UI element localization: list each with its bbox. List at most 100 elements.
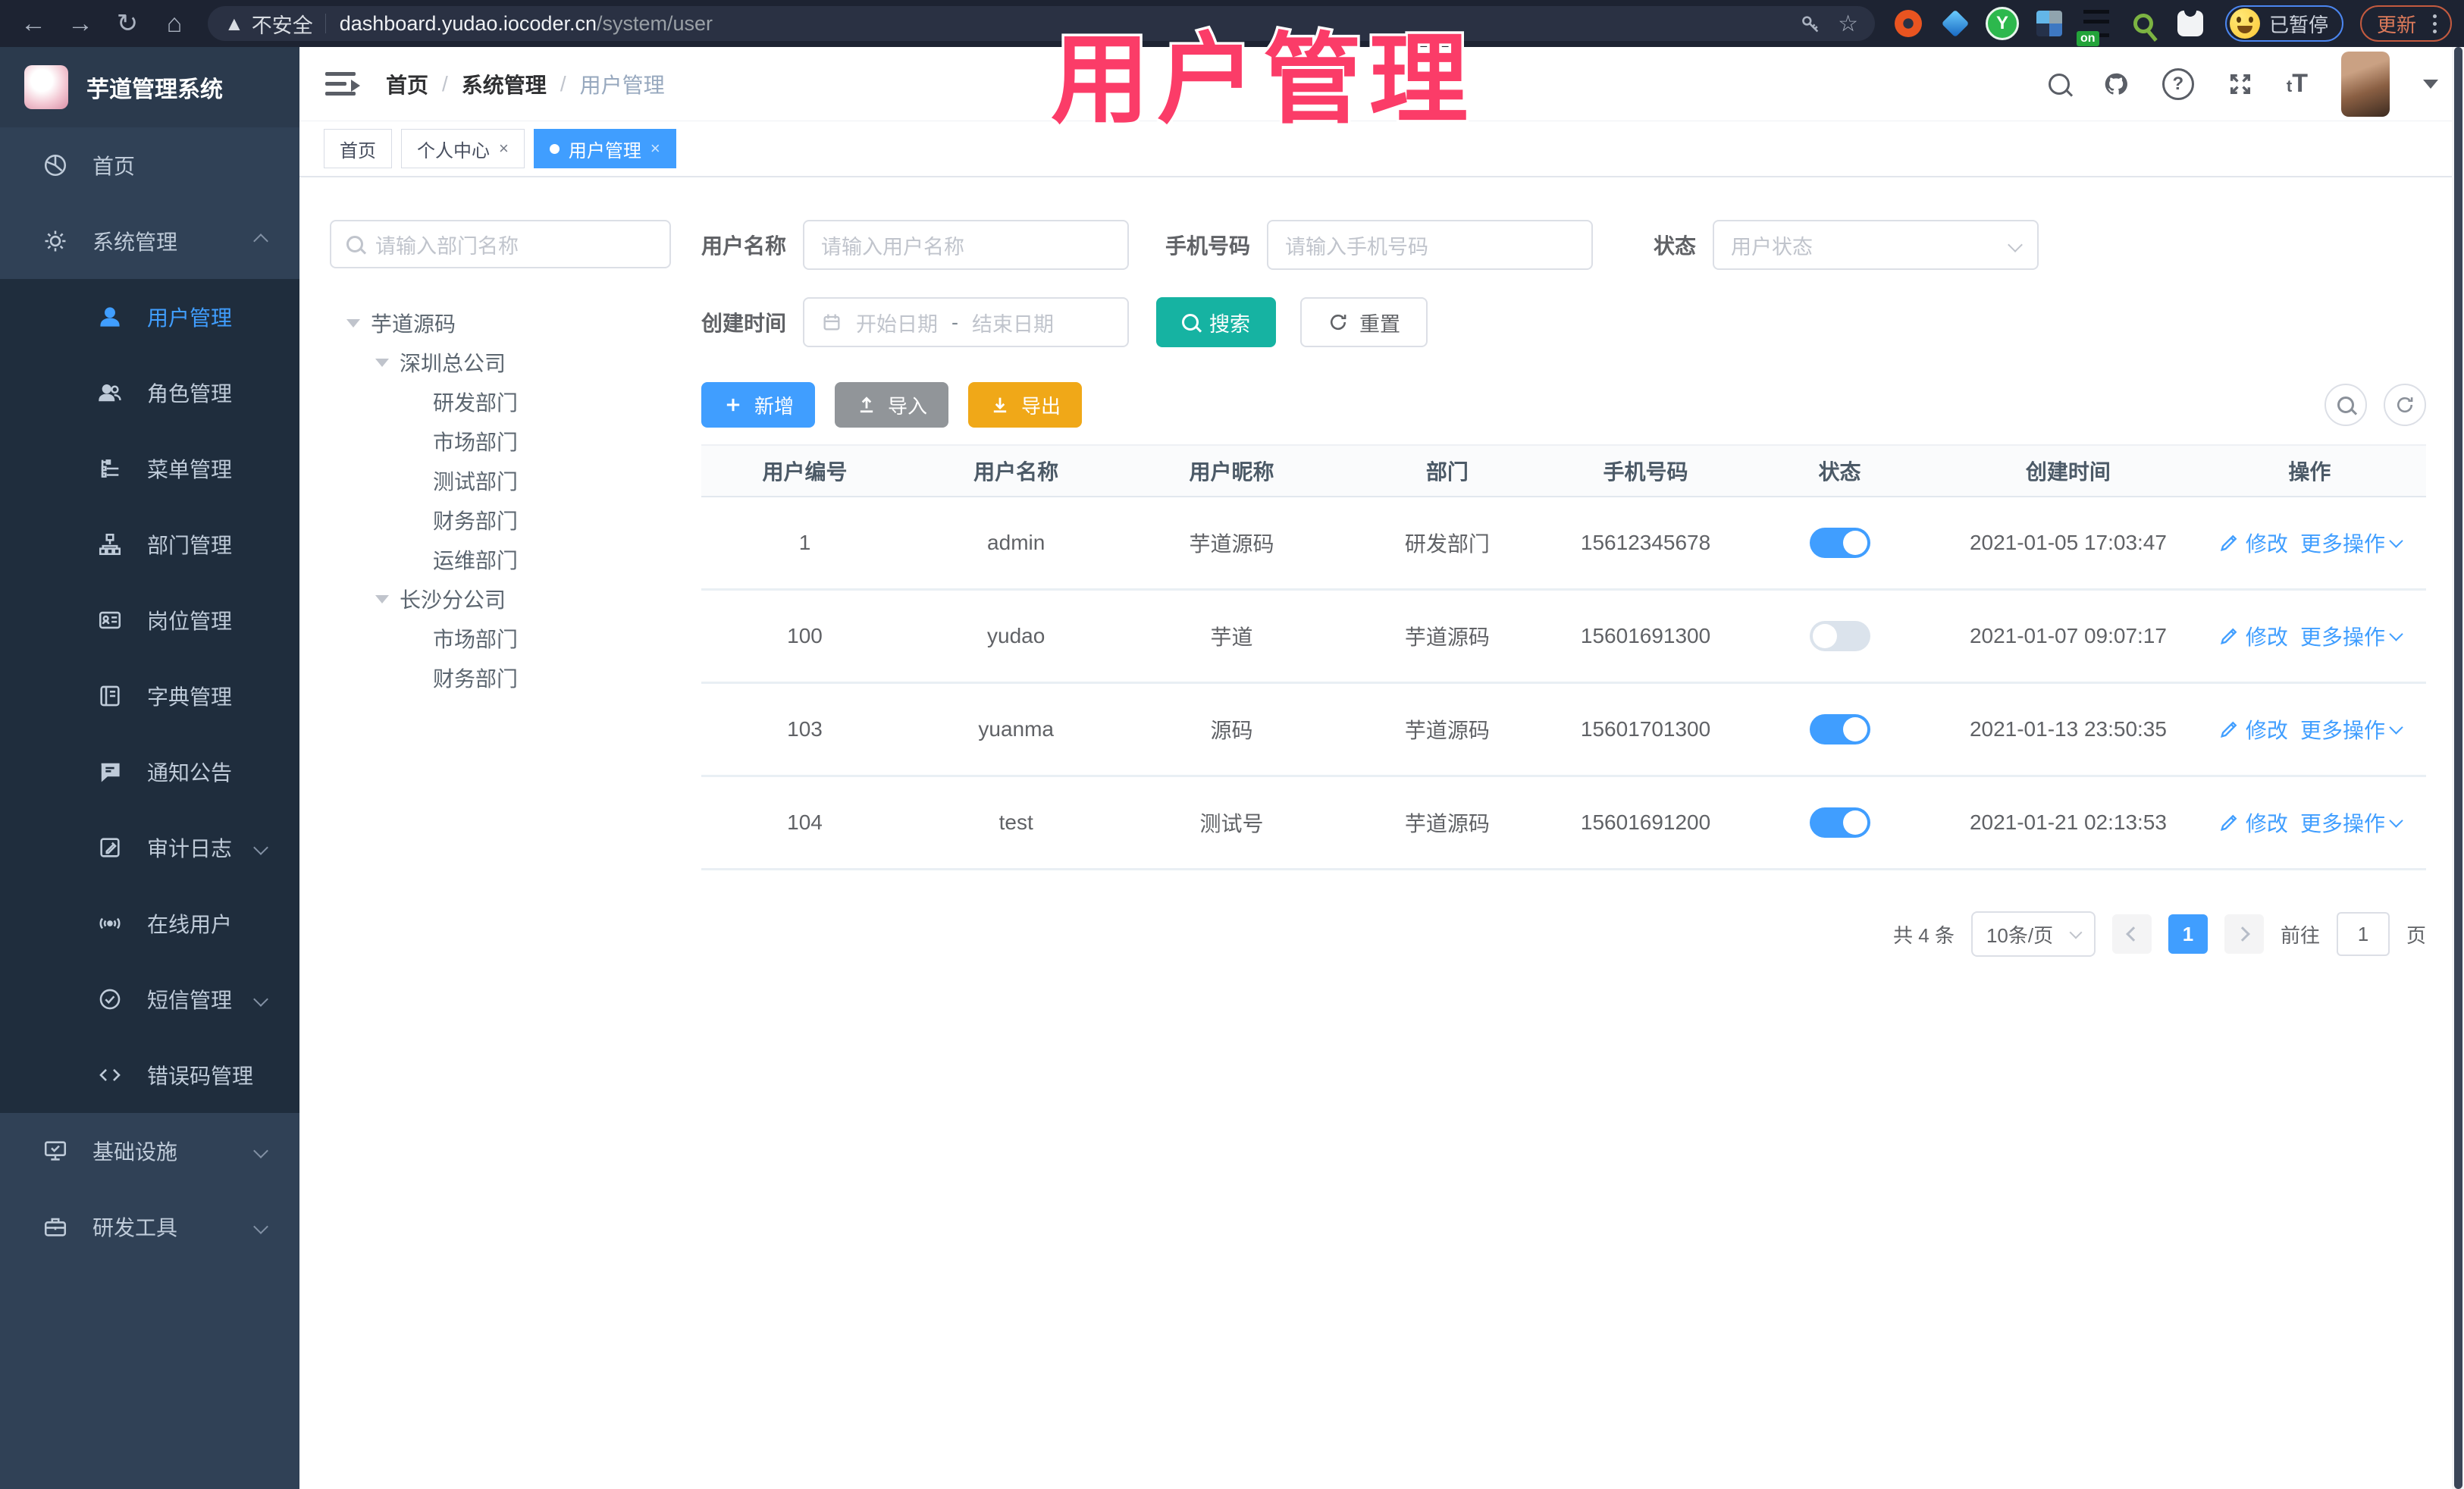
- tab-user-management[interactable]: 用户管理 ×: [533, 129, 676, 168]
- extension-ubuntu-icon[interactable]: [1892, 7, 1925, 40]
- table-body: 1 admin 芋道源码 研发部门 15612345678 2021-01-05 17:0…: [701, 497, 2426, 870]
- caret-down-icon[interactable]: [375, 594, 389, 603]
- tree-node[interactable]: 财务部门: [330, 500, 671, 540]
- sidebar-item-menu-management[interactable]: 菜单管理: [0, 431, 299, 506]
- extension-y-icon[interactable]: Y: [1985, 7, 2019, 40]
- more-actions-link[interactable]: 更多操作: [2300, 621, 2403, 651]
- sidebar-item-sms-management[interactable]: 短信管理: [0, 961, 299, 1037]
- status-select[interactable]: 用户状态: [1713, 220, 2039, 270]
- search-icon[interactable]: [2048, 73, 2070, 95]
- edit-link[interactable]: 修改: [2218, 621, 2288, 651]
- browser-forward-icon[interactable]: →: [59, 5, 102, 42]
- sidebar-item-system-management[interactable]: 系统管理: [0, 203, 299, 279]
- tree-node[interactable]: 财务部门: [330, 658, 671, 697]
- sidebar-item-post-management[interactable]: 岗位管理: [0, 582, 299, 658]
- browser-update-chip[interactable]: 更新: [2359, 5, 2452, 42]
- show-search-button[interactable]: [2324, 384, 2367, 426]
- browser-profile-chip[interactable]: 已暂停: [2224, 5, 2343, 42]
- browser-menu-kebab-icon[interactable]: [2428, 10, 2441, 38]
- cell-actions: 修改 更多操作: [2193, 807, 2426, 838]
- username-input[interactable]: 请输入用户名称: [803, 220, 1130, 270]
- tree-node-label: 测试部门: [433, 470, 519, 494]
- browser-back-icon[interactable]: ←: [12, 5, 55, 42]
- sidebar-item-user-management[interactable]: 用户管理: [0, 279, 299, 355]
- refresh-table-button[interactable]: [2384, 384, 2426, 426]
- extension-key-icon[interactable]: [2127, 7, 2160, 40]
- tree-node[interactable]: 深圳总公司: [330, 343, 671, 382]
- current-page[interactable]: 1: [2168, 914, 2208, 954]
- tree-node[interactable]: 市场部门: [330, 422, 671, 461]
- sidebar-item-dev-tools[interactable]: 研发工具: [0, 1189, 299, 1265]
- search-button[interactable]: 搜索: [1156, 297, 1277, 347]
- edit-link[interactable]: 修改: [2218, 714, 2288, 744]
- edit-link[interactable]: 修改: [2218, 807, 2288, 838]
- sidebar-item-infrastructure[interactable]: 基础设施: [0, 1113, 299, 1189]
- breadcrumb-item[interactable]: 系统管理: [462, 69, 547, 99]
- extension-puzzle-icon[interactable]: [2174, 7, 2207, 40]
- password-key-icon[interactable]: [1800, 13, 1821, 34]
- address-bar[interactable]: ▲ 不安全 dashboard.yudao.iocoder.cn /system…: [208, 6, 1875, 41]
- caret-down-icon[interactable]: [346, 318, 360, 328]
- scrollbar-thumb[interactable]: [2454, 47, 2462, 1489]
- tree-node[interactable]: 研发部门: [330, 382, 671, 422]
- import-button[interactable]: 导入: [835, 382, 949, 428]
- fullscreen-icon[interactable]: [2227, 71, 2253, 97]
- date-range-input[interactable]: 开始日期 - 结束日期: [803, 297, 1130, 347]
- more-actions-link[interactable]: 更多操作: [2300, 807, 2403, 838]
- tab-profile[interactable]: 个人中心 ×: [401, 129, 525, 168]
- tab-home[interactable]: 首页: [324, 129, 392, 168]
- next-page-button[interactable]: [2224, 914, 2264, 954]
- bookmark-star-icon[interactable]: ☆: [1838, 11, 1858, 37]
- tree-node-label: 深圳总公司: [400, 352, 506, 375]
- status-toggle[interactable]: [1809, 621, 1870, 651]
- tree-node[interactable]: 长沙分公司: [330, 579, 671, 619]
- breadcrumb-item[interactable]: 首页: [386, 69, 428, 99]
- browser-reload-icon[interactable]: ↻: [106, 5, 149, 42]
- github-icon[interactable]: [2103, 71, 2129, 97]
- breadcrumb-item[interactable]: 用户管理: [580, 69, 665, 99]
- font-size-icon[interactable]: tT: [2287, 69, 2308, 99]
- close-icon[interactable]: ×: [499, 139, 509, 158]
- sidebar-item-error-code-management[interactable]: 错误码管理: [0, 1037, 299, 1113]
- avatar-caret-down-icon[interactable]: [2423, 79, 2438, 89]
- sidebar-item-dict-management[interactable]: 字典管理: [0, 658, 299, 734]
- sidebar-item-notice[interactable]: 通知公告: [0, 734, 299, 810]
- sidebar-item-dept-management[interactable]: 部门管理: [0, 506, 299, 582]
- user-avatar[interactable]: [2341, 51, 2390, 117]
- app-logo-row[interactable]: 芋道管理系统: [0, 47, 299, 127]
- mobile-input[interactable]: 请输入手机号码: [1267, 220, 1594, 270]
- goto-page-input[interactable]: 1: [2336, 912, 2390, 956]
- edit-link[interactable]: 修改: [2218, 528, 2288, 558]
- add-button[interactable]: 新增: [701, 382, 816, 428]
- extension-grid-icon[interactable]: [2033, 7, 2066, 40]
- tree-node[interactable]: 市场部门: [330, 619, 671, 658]
- more-actions-link[interactable]: 更多操作: [2300, 528, 2403, 558]
- sidebar-item-home[interactable]: 首页: [0, 127, 299, 203]
- prev-page-button[interactable]: [2111, 914, 2152, 954]
- page-scrollbar[interactable]: [2452, 47, 2464, 1489]
- status-toggle[interactable]: [1809, 528, 1870, 558]
- help-icon[interactable]: ?: [2161, 67, 2194, 100]
- more-actions-link[interactable]: 更多操作: [2300, 714, 2403, 744]
- sidebar-item-role-management[interactable]: 角色管理: [0, 355, 299, 431]
- extension-onebars-icon[interactable]: on: [2076, 7, 2113, 46]
- extension-gem-icon[interactable]: [1939, 7, 1972, 40]
- sidebar-item-label: 在线用户: [147, 913, 233, 936]
- tree-node[interactable]: 运维部门: [330, 540, 671, 579]
- cell-username: yuanma: [978, 717, 1054, 741]
- caret-down-icon[interactable]: [375, 358, 389, 367]
- sidebar-collapse-icon[interactable]: [325, 69, 360, 99]
- tree-node[interactable]: 芋道源码: [330, 303, 671, 343]
- status-toggle[interactable]: [1809, 714, 1870, 744]
- tree-node[interactable]: 测试部门: [330, 461, 671, 500]
- close-icon[interactable]: ×: [650, 139, 660, 158]
- page-size-select[interactable]: 10条/页: [1970, 911, 2096, 957]
- status-toggle[interactable]: [1809, 807, 1870, 838]
- reset-button[interactable]: 重置: [1300, 297, 1428, 347]
- sidebar-item-online-users[interactable]: 在线用户: [0, 886, 299, 961]
- dept-search-input[interactable]: 请输入部门名称: [330, 220, 671, 268]
- sidebar-item-audit-log[interactable]: 审计日志: [0, 810, 299, 886]
- browser-home-icon[interactable]: ⌂: [153, 5, 196, 42]
- tab-label: 个人中心: [417, 140, 490, 161]
- export-button[interactable]: 导出: [968, 382, 1083, 428]
